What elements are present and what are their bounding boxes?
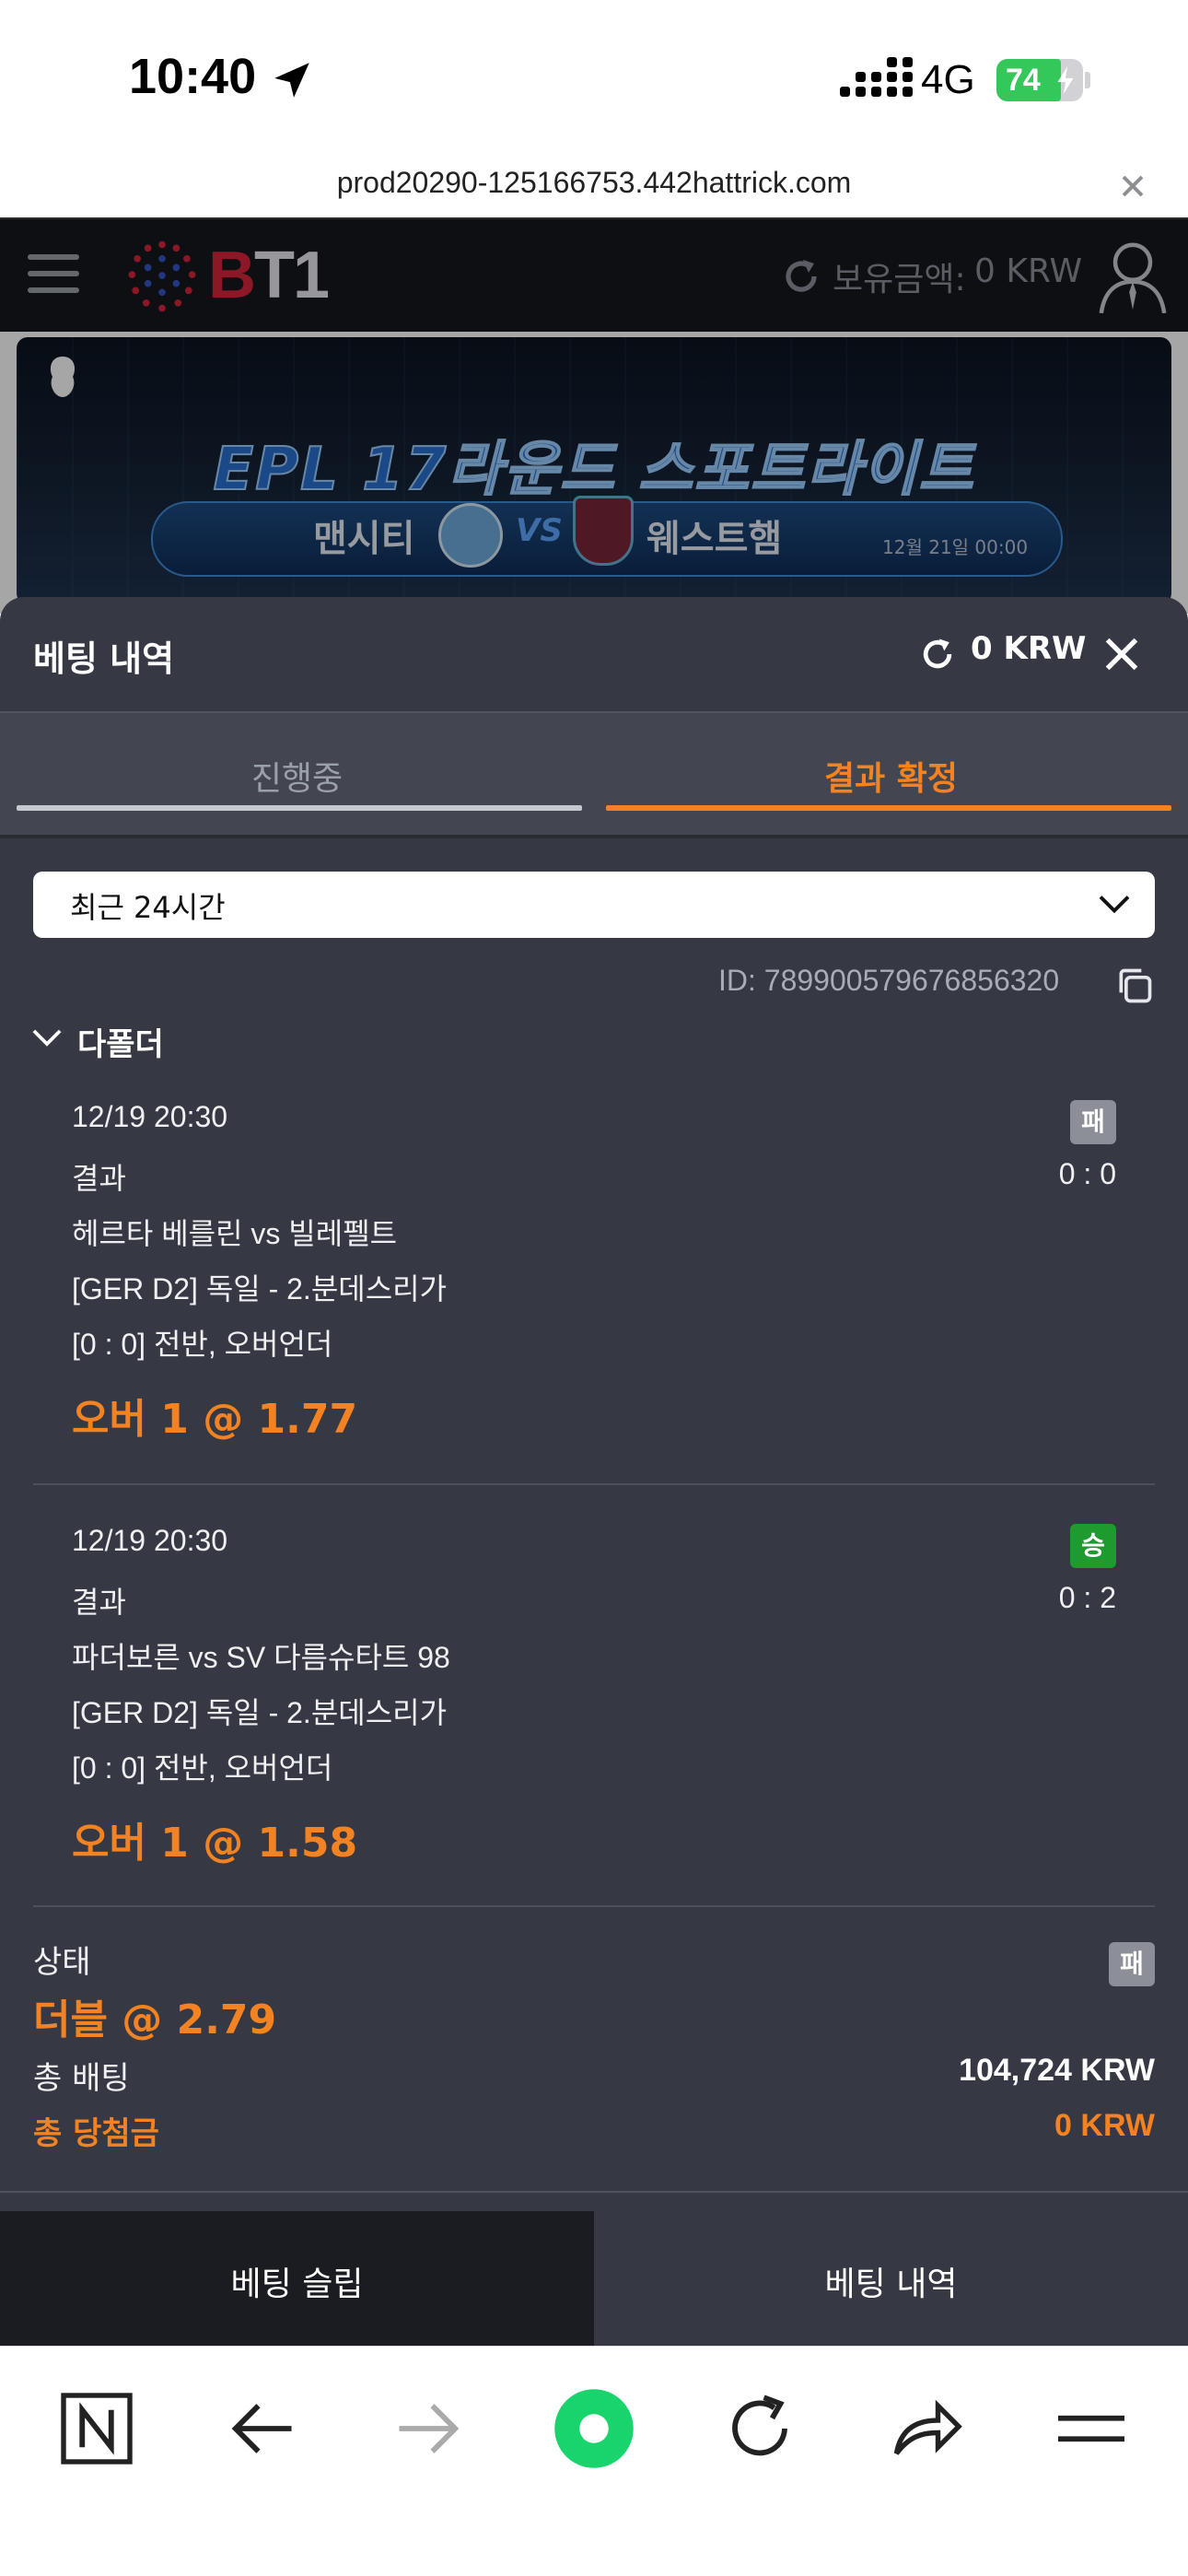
- selection-match: 파더보른 vs SV 다름슈타트 98: [72, 1641, 450, 1674]
- sheet-title: 베팅 내역: [33, 638, 175, 679]
- bet-history-sheet: 베팅 내역 0 KRW 진행중 결과 확정 최근 24시간 ID: 789900…: [0, 597, 1188, 2344]
- selection-item: 12/19 20:30 패 결과 0 : 0 헤르타 베를린 vs 빌레펠트 […: [0, 1100, 1188, 1524]
- tab-settled[interactable]: 결과 확정: [594, 713, 1188, 837]
- selection-match: 헤르타 베를린 vs 빌레펠트: [72, 1217, 398, 1250]
- result-badge: 패: [1070, 1100, 1116, 1144]
- back-arrow-icon[interactable]: [221, 2387, 304, 2470]
- status-time: 10:40: [129, 49, 257, 104]
- tab-bet-slip[interactable]: 베팅 슬립: [0, 2211, 594, 2346]
- network-type: 4G: [921, 57, 975, 102]
- selection-score: 0 : 0: [1058, 1157, 1116, 1190]
- period-select[interactable]: 최근 24시간: [33, 872, 1155, 938]
- selection-score: 0 : 2: [1058, 1581, 1116, 1614]
- selection-item: 12/19 20:30 승 결과 0 : 2 파더보른 vs SV 다름슈타트 …: [0, 1524, 1188, 1948]
- chevron-down-icon[interactable]: [31, 1025, 63, 1050]
- bottom-tabs: 베팅 슬립 베팅 내역: [0, 2211, 1188, 2346]
- location-arrow-icon: [274, 63, 309, 98]
- modal-backdrop[interactable]: [0, 217, 1188, 614]
- selection-market: 결과: [72, 1162, 126, 1195]
- selection-league: [GER D2] 독일 - 2.분데스리가: [72, 1272, 448, 1306]
- selection-league: [GER D2] 독일 - 2.분데스리가: [72, 1696, 448, 1729]
- tab-label: 베팅 내역: [824, 2266, 958, 2303]
- tab-bet-history[interactable]: 베팅 내역: [594, 2211, 1188, 2346]
- close-icon[interactable]: [1101, 634, 1142, 674]
- tab-label: 결과 확정: [823, 760, 958, 798]
- battery-level: 74: [1006, 63, 1041, 98]
- group-label[interactable]: 다폴더: [77, 1019, 164, 1064]
- naver-home-icon[interactable]: [55, 2387, 138, 2470]
- browser-url[interactable]: prod20290-125166753.442hattrick.com: [0, 166, 1188, 200]
- signal-strength-icon: [840, 57, 913, 97]
- battery-icon: 74: [996, 59, 1083, 101]
- result-badge: 승: [1070, 1524, 1116, 1568]
- selection-market: 결과: [72, 1586, 126, 1619]
- reload-icon[interactable]: [718, 2387, 801, 2470]
- selection-pick: 오버 1 @ 1.77: [72, 1396, 358, 1443]
- period-select-value: 최근 24시간: [70, 890, 226, 925]
- chevron-down-icon: [1099, 896, 1130, 914]
- selection-datetime: 12/19 20:30: [72, 1524, 228, 1557]
- forward-arrow-icon[interactable]: [387, 2387, 470, 2470]
- copy-icon[interactable]: [1114, 966, 1155, 1006]
- selection-datetime: 12/19 20:30: [72, 1100, 228, 1133]
- tab-label: 베팅 슬립: [230, 2266, 364, 2303]
- bet-type: 더블 @ 2.79: [33, 1996, 277, 2043]
- bet-id: ID: 789900579676856320: [718, 964, 1060, 997]
- tab-underline-inactive: [17, 805, 582, 811]
- tab-underline-active: [606, 805, 1171, 811]
- tab-label: 진행중: [250, 760, 344, 798]
- divider: [33, 1905, 1155, 1907]
- green-dot-icon[interactable]: [553, 2387, 635, 2470]
- total-bet-value: 104,724 KRW: [959, 2053, 1155, 2088]
- selection-detail: [0 : 0] 전반, 오버언더: [72, 1328, 333, 1361]
- selection-detail: [0 : 0] 전반, 오버언더: [72, 1751, 333, 1785]
- menu-icon[interactable]: [1050, 2387, 1133, 2470]
- share-icon[interactable]: [884, 2387, 967, 2470]
- sheet-balance: 0 KRW: [971, 630, 1087, 667]
- tab-in-progress[interactable]: 진행중: [0, 713, 594, 837]
- divider: [33, 1483, 1155, 1485]
- status-tabs: 진행중 결과 확정: [0, 713, 1188, 837]
- total-bet-label: 총 배팅: [33, 2060, 130, 2097]
- selection-pick: 오버 1 @ 1.58: [72, 1820, 358, 1867]
- total-win-label: 총 당첨금: [33, 2115, 159, 2152]
- status-bar: 10:40 4G 74 prod20290-125166753.442hattr…: [0, 0, 1188, 199]
- status-badge: 패: [1109, 1942, 1155, 1986]
- browser-toolbar: [0, 2346, 1188, 2576]
- close-icon[interactable]: [1114, 168, 1151, 205]
- summary-status-label: 상태: [33, 1944, 91, 1981]
- refresh-icon[interactable]: [917, 634, 958, 674]
- total-win-value: 0 KRW: [1054, 2108, 1155, 2143]
